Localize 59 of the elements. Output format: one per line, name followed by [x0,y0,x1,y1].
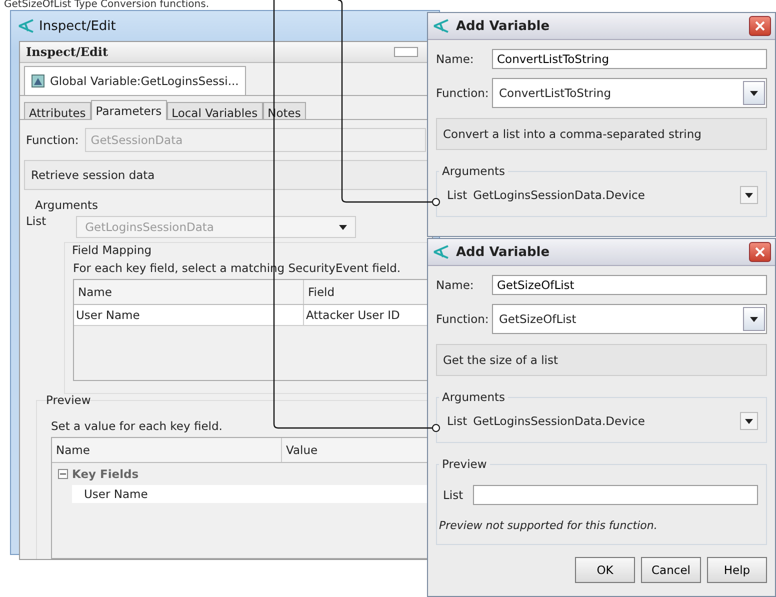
group-legend: Preview [43,393,94,407]
tab[interactable]: Parameters [90,100,167,120]
dialog-button[interactable]: Cancel [641,557,701,583]
field-label: Function: [436,86,490,100]
dialog-title: Add Variable [456,18,551,34]
description-text: Convert a list into a comma-separated string [436,118,767,150]
description-text: Get the size of a list [436,344,767,376]
x-icon [755,21,765,31]
caret-icon [750,316,758,322]
window-title: Inspect/Edit [39,18,116,34]
caret-icon [745,192,753,198]
field-label: Function: [26,133,79,147]
group-legend: Field Mapping [69,243,155,257]
field-label: Name: [436,278,475,292]
hint-text: Set a value for each key field. [50,418,224,433]
dialog-button[interactable]: OK [575,557,635,583]
group-legend: Arguments [439,390,508,404]
list-value: GetLoginsSessionData.Device [473,188,646,202]
field-label: List [446,188,468,202]
description-text: Retrieve session data [24,160,428,190]
logo-icon [432,18,450,34]
field-label: List [26,214,46,228]
close-button[interactable] [749,16,771,36]
group-legend: Arguments [439,164,508,178]
tab[interactable]: Attributes [24,102,91,119]
table-cell: User Name [74,305,304,325]
list-dropdown-button[interactable] [740,412,758,430]
name-input[interactable]: GetSizeOfList [492,275,767,295]
column-header[interactable]: Name [74,280,304,304]
name-input[interactable]: ConvertListToString [492,49,767,69]
preview-input[interactable] [473,485,758,505]
minimize-button[interactable] [394,47,418,57]
close-button[interactable] [749,242,771,262]
field-label: Function: [436,312,490,326]
dialog-title: Add Variable [456,244,551,260]
function-dropdown[interactable]: ConvertListToString [492,78,767,108]
editor-tab[interactable]: Global Variable:GetLoginsSessi... [24,66,246,95]
panel-title: Inspect/Edit [26,45,108,59]
group-legend: Preview [439,457,490,471]
dialog-button[interactable]: Help [707,557,767,583]
collapse-icon[interactable] [58,469,68,479]
list-dropdown-button[interactable] [740,186,758,204]
tree-group-label: Key Fields [72,467,139,481]
caret-icon [750,90,758,96]
x-icon [755,247,765,257]
tab[interactable]: Local Variables [166,102,263,119]
field-label: List [446,414,468,428]
logo-icon [17,18,35,34]
function-dropdown[interactable]: GetSizeOfList [492,304,767,334]
caret-icon [339,224,348,230]
list-value: GetLoginsSessionData.Device [473,414,646,428]
column-header[interactable]: Name [52,438,282,462]
field-label: Name: [436,52,475,66]
caret-icon [745,418,753,424]
logo-icon [432,244,450,260]
document-icon [31,74,45,88]
preview-note: Preview not supported for this function. [439,518,658,532]
field-label: List [442,488,464,502]
group-legend: Arguments [32,198,102,212]
